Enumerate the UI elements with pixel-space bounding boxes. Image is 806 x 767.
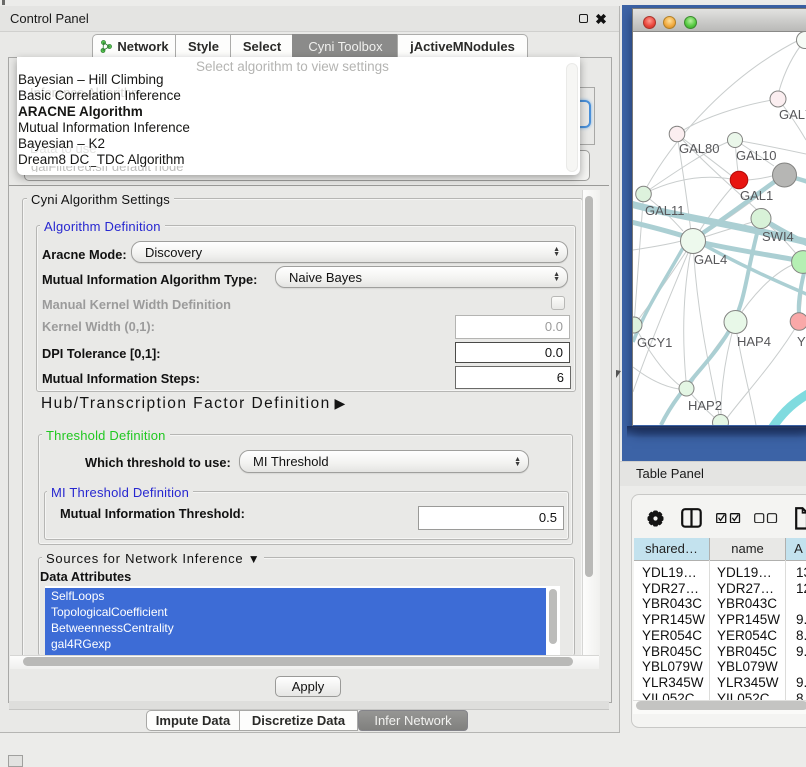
svg-text:GAL1: GAL1 [740,188,773,203]
svg-text:GAL4: GAL4 [694,252,727,267]
svg-text:HAP2: HAP2 [688,398,722,413]
svg-text:YBR: YBR [797,334,806,349]
svg-text:GAL80: GAL80 [679,141,719,156]
svg-text:GCY1: GCY1 [637,335,672,350]
svg-text:GAL10: GAL10 [736,148,776,163]
svg-text:GAL11: GAL11 [645,203,685,218]
svg-text:HAP4: HAP4 [737,334,771,349]
svg-text:SWI4: SWI4 [762,229,794,244]
svg-text:GAL7: GAL7 [779,107,806,122]
